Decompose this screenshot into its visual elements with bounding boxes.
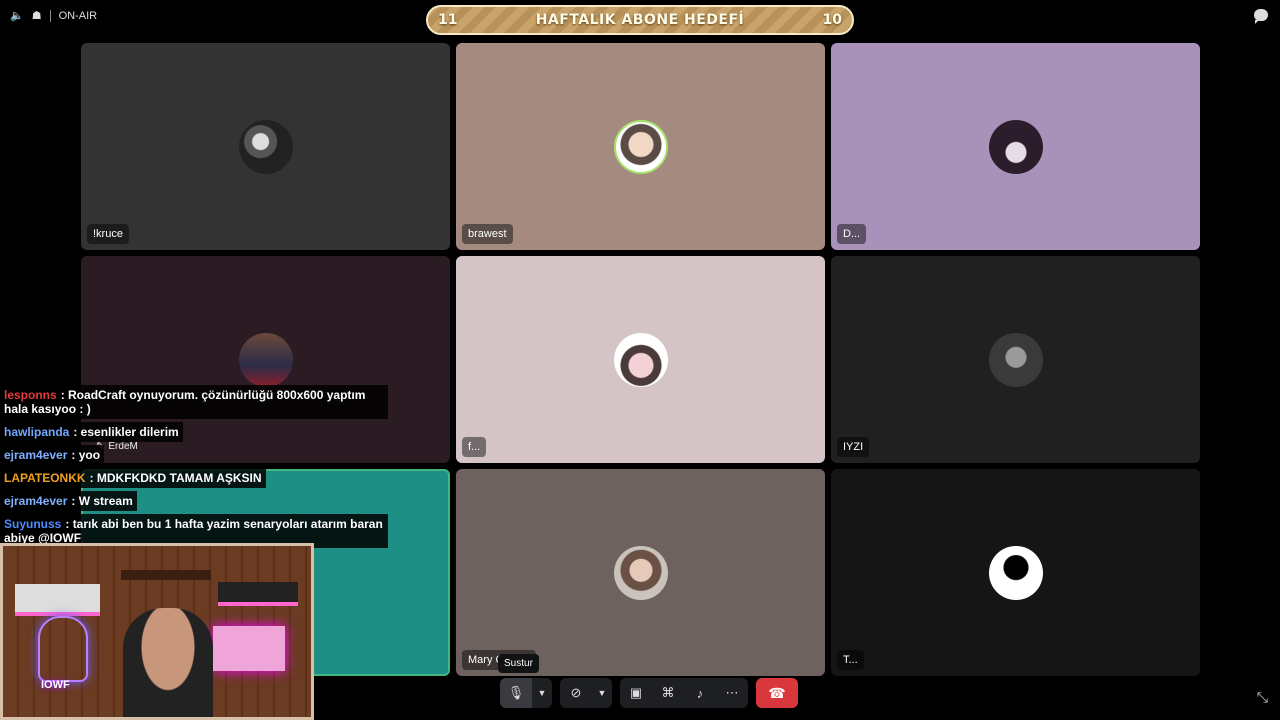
participant-name: f... (462, 437, 487, 457)
mic-control-group: 🎙 ▼ (500, 678, 552, 708)
extra-controls-group: ▣ ⌘ ♪ ⋯ (620, 678, 748, 708)
chat-message: LAPATEONKK: MDKFKDKD TAMAM AŞKSIN (0, 468, 266, 488)
participant-tile[interactable]: D... (831, 43, 1200, 250)
chat-username: lesponns (4, 388, 57, 402)
stream-status: 🔈 ☗ ON-AIR (10, 9, 97, 22)
neon-poster (213, 626, 285, 671)
shelf (15, 584, 100, 616)
participant-tile[interactable]: Mary C... ...y (456, 469, 825, 676)
participant-name: T... (837, 650, 864, 670)
chat-text: : MDKFKDKD TAMAM AŞKSIN (89, 471, 262, 485)
camera-control-group: ⊘ ▼ (560, 678, 612, 708)
avatar (988, 545, 1043, 600)
chat-username: hawlipanda (4, 425, 70, 439)
avatar (988, 332, 1043, 387)
chevron-down-icon[interactable]: ▼ (532, 678, 552, 708)
participant-tile[interactable]: !kruce (81, 43, 450, 250)
avatar (613, 119, 668, 174)
neon-logo-text: IOWF (41, 679, 70, 691)
speaker-icon[interactable]: 🔈 (10, 9, 24, 22)
chat-text: : RoadCraft oynuyorum. çözünürlüğü 800x6… (4, 388, 366, 416)
status-label: ON-AIR (58, 9, 98, 22)
soundboard-icon[interactable]: ♪ (684, 678, 716, 708)
mute-tooltip: Sustur (498, 654, 539, 673)
chat-message: ejram4ever: yoo (0, 445, 105, 465)
shelf (218, 582, 298, 606)
streamer (123, 608, 213, 717)
goal-title: HAFTALIK ABONE HEDEFİ (535, 12, 745, 28)
participant-name: D... (837, 224, 867, 244)
chat-username: Suyunuss (4, 517, 62, 531)
avatar (613, 545, 668, 600)
chat-text: : W stream (71, 494, 133, 508)
chat-overlay: lesponns: RoadCraft oynuyorum. çözünürlü… (0, 385, 420, 551)
avatar (238, 119, 293, 174)
call-controls: 🎙 ▼ ⊘ ▼ ▣ ⌘ ♪ ⋯ ☎ (500, 678, 798, 708)
participant-name: !kruce (87, 224, 129, 244)
participant-tile[interactable]: T... (831, 469, 1200, 676)
avatar (613, 332, 668, 387)
goal-target: 10 (822, 12, 842, 28)
chevron-down-icon[interactable]: ▼ (592, 678, 612, 708)
chat-username: LAPATEONKK (4, 471, 86, 485)
subscriber-goal-bar: 11 HAFTALIK ABONE HEDEFİ 10 (426, 5, 854, 35)
mic-icon[interactable]: 🎙 (500, 678, 532, 708)
participant-tile[interactable]: f... (456, 256, 825, 463)
chat-username: ejram4ever (4, 494, 68, 508)
headset-icon[interactable]: ☗ (32, 9, 42, 22)
neon-logo (38, 616, 88, 682)
hangup-icon[interactable]: ☎ (756, 678, 798, 708)
chat-message: ejram4ever: W stream (0, 491, 137, 511)
minimize-icon[interactable]: ⤡ (1257, 689, 1268, 706)
chat-icon[interactable] (1254, 9, 1268, 24)
more-icon[interactable]: ⋯ (716, 678, 748, 708)
chat-username: ejram4ever (4, 448, 68, 462)
screen-share-icon[interactable]: ▣ (620, 678, 652, 708)
participant-name: IYZI (837, 437, 870, 457)
participant-tile[interactable]: brawest (456, 43, 825, 250)
chat-message: hawlipanda: esenlikler dilerim (0, 422, 183, 442)
chat-text: : yoo (71, 448, 101, 462)
gamepad-icon[interactable]: ⌘ (652, 678, 684, 708)
participant-tile[interactable]: IYZI (831, 256, 1200, 463)
chat-text: : esenlikler dilerim (73, 425, 179, 439)
participant-name: brawest (462, 224, 513, 244)
shelf (121, 570, 211, 580)
camera-off-icon[interactable]: ⊘ (560, 678, 592, 708)
chat-message: lesponns: RoadCraft oynuyorum. çözünürlü… (0, 385, 388, 419)
webcam-overlay: IOWF (0, 543, 314, 720)
avatar (988, 119, 1043, 174)
divider (49, 9, 51, 22)
goal-current: 11 (438, 12, 458, 28)
avatar (238, 332, 293, 387)
